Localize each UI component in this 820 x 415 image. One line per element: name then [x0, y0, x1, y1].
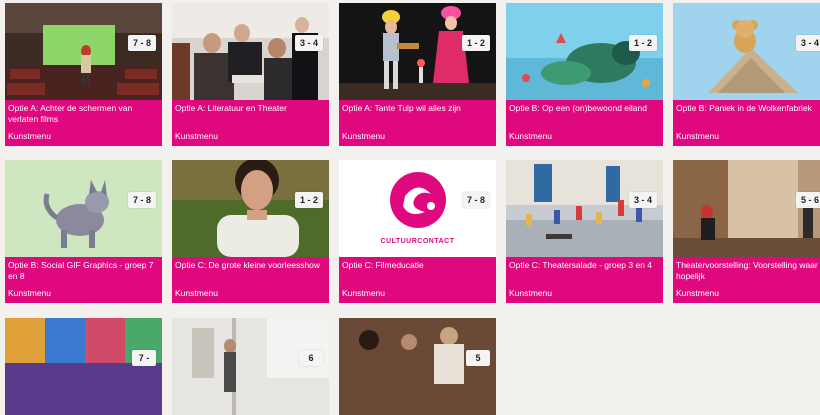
- activity-card[interactable]: 5 - 6 Theatervoorstelling: Voorstelling …: [673, 160, 820, 303]
- grade-badge: 1 - 2: [294, 192, 323, 208]
- card-thumbnail[interactable]: 5: [339, 318, 496, 415]
- card-tag: Kunstmenu: [342, 288, 385, 298]
- card-tag: Kunstmenu: [8, 131, 51, 141]
- card-thumbnail[interactable]: 7 -: [5, 318, 162, 415]
- activity-card[interactable]: 5: [339, 318, 496, 415]
- cat-image: [5, 160, 162, 257]
- card-title[interactable]: Optie B: Social GIF Graphics - groep 7 e…: [8, 260, 159, 282]
- card-title[interactable]: Optie B: Op een (on)bewoond eiland: [509, 103, 660, 114]
- island-image: [506, 3, 663, 100]
- card-thumbnail[interactable]: 6: [172, 318, 329, 415]
- grade-badge: 1 - 2: [461, 35, 490, 51]
- card-tag: Kunstmenu: [509, 288, 552, 298]
- card-caption: Optie B: Op een (on)bewoond eiland Kunst…: [506, 100, 663, 146]
- activity-card[interactable]: 7 -: [5, 318, 162, 415]
- card-caption: Optie B: Social GIF Graphics - groep 7 e…: [5, 257, 162, 303]
- card-tag: Kunstmenu: [8, 288, 51, 298]
- grade-badge: 3 - 4: [628, 192, 657, 208]
- card-thumbnail[interactable]: 1 - 2: [339, 3, 496, 100]
- card-title[interactable]: Optie A: Literatuur en Theater: [175, 103, 326, 114]
- card-tag: Kunstmenu: [676, 288, 719, 298]
- card-thumbnail[interactable]: CULTUURCONTACT 7 - 8: [339, 160, 496, 257]
- card-tag: Kunstmenu: [175, 288, 218, 298]
- card-title[interactable]: Optie B: Paniek in de Wolkenfabriek: [676, 103, 820, 114]
- card-title[interactable]: Optie C: De grote kleine voorleesshow: [175, 260, 326, 271]
- stage-image: [339, 3, 496, 100]
- colorful-image: [5, 318, 162, 415]
- class-image: [339, 318, 496, 415]
- grade-badge: 3 - 4: [294, 35, 323, 51]
- card-caption: Optie B: Paniek in de Wolkenfabriek Kuns…: [673, 100, 820, 146]
- card-caption: Optie A: Achter de schermen van verlaten…: [5, 100, 162, 146]
- card-thumbnail[interactable]: 3 - 4: [673, 3, 820, 100]
- grade-badge: 5: [466, 350, 490, 366]
- bear-image: [673, 3, 820, 100]
- grade-badge: 5 - 6: [795, 192, 820, 208]
- card-tag: Kunstmenu: [175, 131, 218, 141]
- activity-card[interactable]: 1 - 2 Optie C: De grote kleine voorleess…: [172, 160, 329, 303]
- grade-badge: 6: [299, 350, 323, 366]
- crowd-image: [172, 3, 329, 100]
- grade-badge: 3 - 4: [795, 35, 820, 51]
- activity-card[interactable]: 7 - 8 Optie A: Achter de schermen van ve…: [5, 3, 162, 146]
- cinema-image: [5, 3, 162, 100]
- grade-badge: 7 - 8: [127, 192, 156, 208]
- card-title[interactable]: Theatervoorstelling: Voorstelling waar h…: [676, 260, 820, 282]
- card-caption: Optie A: Literatuur en Theater Kunstmenu: [172, 100, 329, 146]
- grade-badge: 1 - 2: [628, 35, 657, 51]
- girl-image: [172, 160, 329, 257]
- card-title[interactable]: Optie C: Theatersalade - groep 3 en 4: [509, 260, 660, 271]
- activity-card[interactable]: 3 - 4 Optie A: Literatuur en Theater Kun…: [172, 3, 329, 146]
- grade-badge: 7 - 8: [127, 35, 156, 51]
- card-caption: Optie A: Tante Tulp wil alles zijn Kunst…: [339, 100, 496, 146]
- activity-card[interactable]: 1 - 2 Optie B: Op een (on)bewoond eiland…: [506, 3, 663, 146]
- activity-card[interactable]: 1 - 2 Optie A: Tante Tulp wil alles zijn…: [339, 3, 496, 146]
- card-caption: Optie C: Filmeducatie Kunstmenu: [339, 257, 496, 303]
- gym-image: [506, 160, 663, 257]
- card-thumbnail[interactable]: 7 - 8: [5, 3, 162, 100]
- activity-card[interactable]: 6: [172, 318, 329, 415]
- activity-card[interactable]: 3 - 4 Optie B: Paniek in de Wolkenfabrie…: [673, 3, 820, 146]
- logo-text: CULTUURCONTACT: [380, 238, 455, 245]
- grade-badge: 7 - 8: [461, 192, 490, 208]
- activity-card[interactable]: CULTUURCONTACT 7 - 8 Optie C: Filmeducat…: [339, 160, 496, 303]
- card-thumbnail[interactable]: 5 - 6: [673, 160, 820, 257]
- card-caption: Optie C: Theatersalade - groep 3 en 4 Ku…: [506, 257, 663, 303]
- activity-card[interactable]: 3 - 4 Optie C: Theatersalade - groep 3 e…: [506, 160, 663, 303]
- card-title[interactable]: Optie A: Tante Tulp wil alles zijn: [342, 103, 493, 114]
- card-thumbnail[interactable]: 7 - 8: [5, 160, 162, 257]
- card-thumbnail[interactable]: 1 - 2: [506, 3, 663, 100]
- card-tag: Kunstmenu: [509, 131, 552, 141]
- activity-card[interactable]: 7 - 8 Optie B: Social GIF Graphics - gro…: [5, 160, 162, 303]
- card-caption: Optie C: De grote kleine voorleesshow Ku…: [172, 257, 329, 303]
- card-tag: Kunstmenu: [342, 131, 385, 141]
- card-title[interactable]: Optie C: Filmeducatie: [342, 260, 493, 271]
- card-thumbnail[interactable]: 3 - 4: [506, 160, 663, 257]
- card-thumbnail[interactable]: 3 - 4: [172, 3, 329, 100]
- card-tag: Kunstmenu: [676, 131, 719, 141]
- studio-image: [172, 318, 329, 415]
- card-title[interactable]: Optie A: Achter de schermen van verlaten…: [8, 103, 159, 125]
- grade-badge: 7 -: [132, 350, 156, 366]
- card-thumbnail[interactable]: 1 - 2: [172, 160, 329, 257]
- theater-image: [673, 160, 820, 257]
- card-caption: Theatervoorstelling: Voorstelling waar h…: [673, 257, 820, 303]
